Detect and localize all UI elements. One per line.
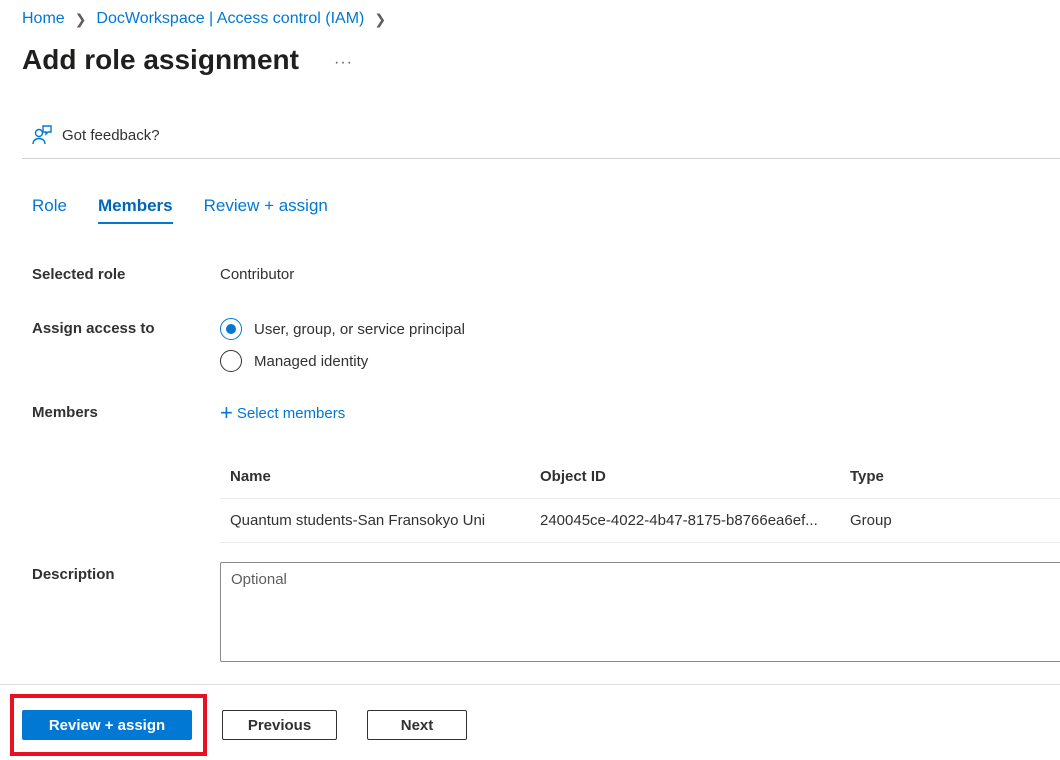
assign-access-label: Assign access to [32,320,155,337]
radio-unchecked-icon [220,350,242,372]
members-label: Members [32,404,98,421]
tab-review-assign[interactable]: Review + assign [204,196,328,224]
feedback-button[interactable]: Got feedback? [32,125,160,145]
column-header-type: Type [850,468,884,485]
breadcrumb-home[interactable]: Home [22,10,65,28]
selected-role-value: Contributor [220,266,295,283]
breadcrumb-iam[interactable]: DocWorkspace | Access control (IAM) [96,10,364,28]
cell-object-id: 240045ce-4022-4b47-8175-b8766ea6ef... [540,512,818,529]
header-divider [22,158,1060,159]
table-row[interactable]: Quantum students-San Fransokyo Uni 24004… [220,499,1060,543]
radio-label: Managed identity [254,352,369,370]
tab-list: Role Members Review + assign [32,196,359,224]
cell-name: Quantum students-San Fransokyo Uni [230,512,486,529]
select-members-label: Select members [236,404,346,422]
cell-type: Group [850,512,892,529]
radio-managed-identity[interactable]: Managed identity [220,350,368,372]
review-assign-button[interactable]: Review + assign [22,710,192,740]
feedback-person-icon [32,125,52,145]
breadcrumb: Home ❯ DocWorkspace | Access control (IA… [22,10,396,28]
page-title: Add role assignment [22,44,299,75]
description-input[interactable] [220,562,1060,662]
more-options-button[interactable]: ··· [334,54,353,72]
selected-role-label: Selected role [32,266,126,283]
chevron-right-icon: ❯ [374,10,387,27]
members-table: Name Object ID Type Quantum students-San… [220,455,1060,543]
radio-label: User, group, or service principal [254,320,465,338]
chevron-right-icon: ❯ [74,10,87,27]
feedback-label: Got feedback? [62,126,160,144]
column-header-name: Name [230,468,271,485]
previous-button[interactable]: Previous [222,710,337,740]
tab-role[interactable]: Role [32,196,67,224]
description-label: Description [32,566,115,583]
table-header: Name Object ID Type [220,455,1060,499]
select-members-link[interactable]: + Select members [220,402,345,424]
radio-checked-icon [220,318,242,340]
tab-members[interactable]: Members [97,196,173,224]
radio-user-group-sp[interactable]: User, group, or service principal [220,318,465,340]
column-header-object-id: Object ID [540,468,606,485]
next-button[interactable]: Next [367,710,467,740]
footer-divider [0,684,1060,685]
plus-icon: + [220,400,233,425]
